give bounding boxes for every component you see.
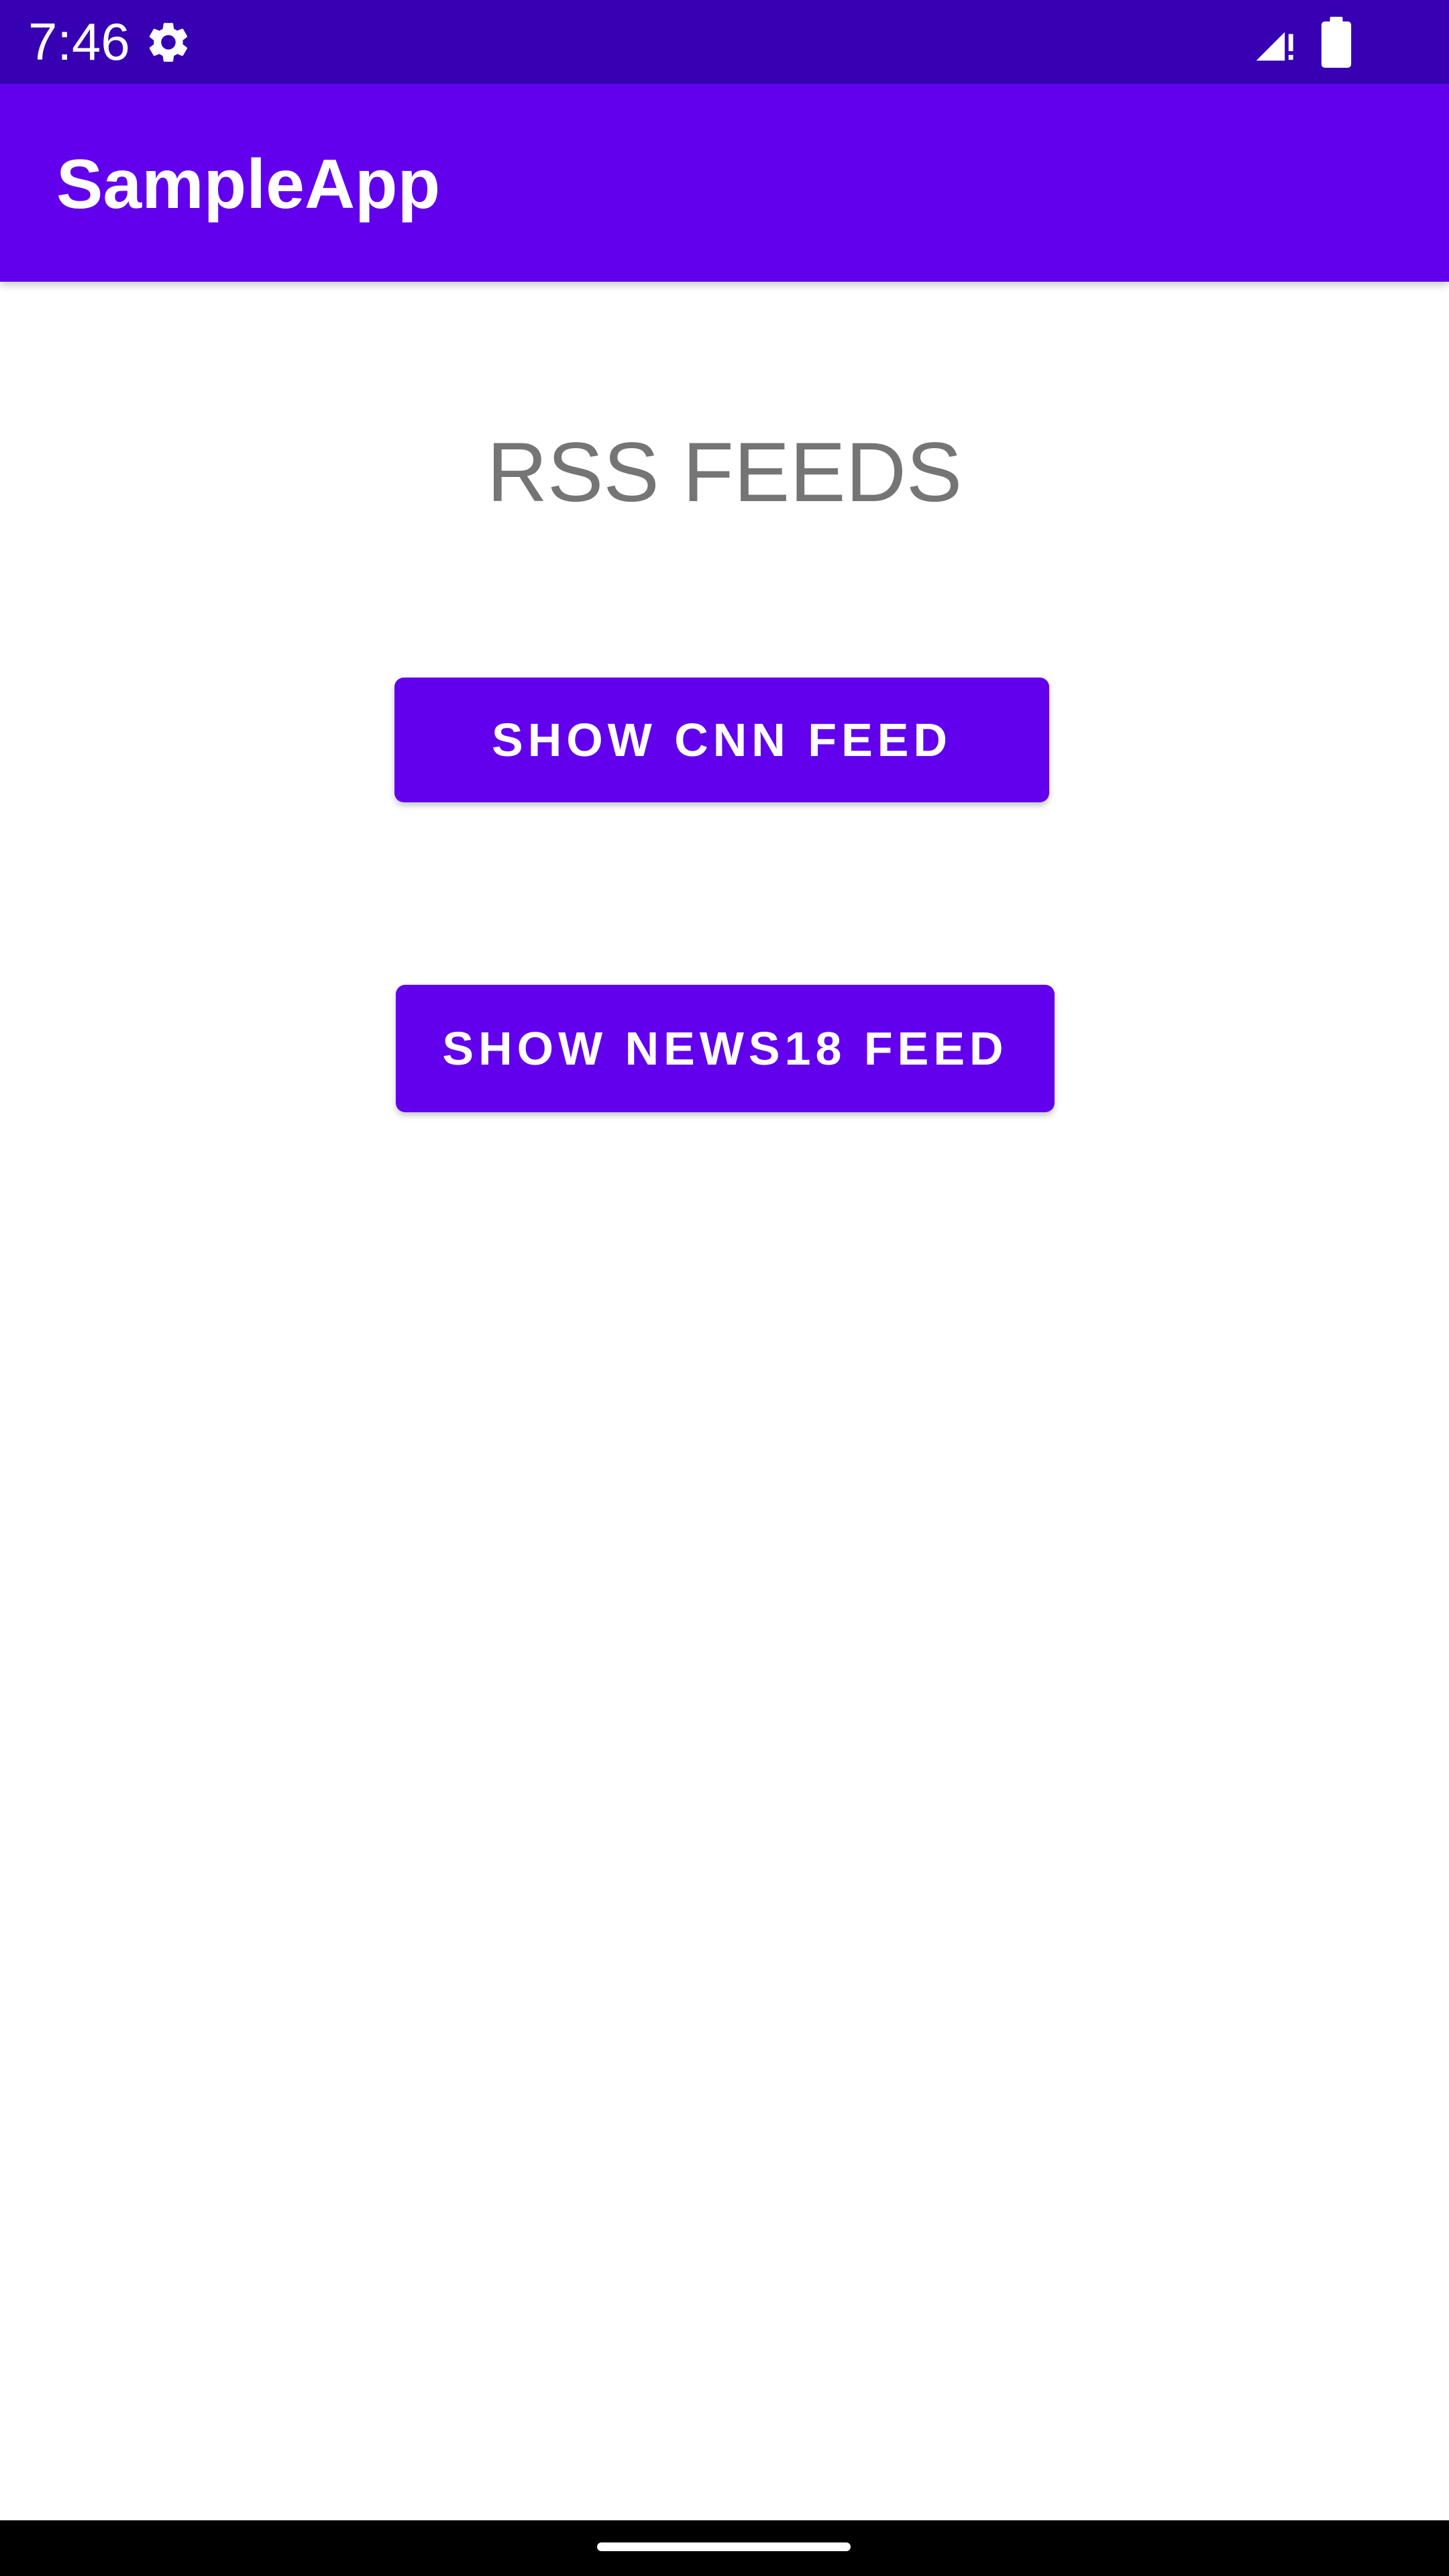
show-news18-feed-button[interactable]: SHOW NEWS18 FEED — [396, 985, 1055, 1112]
status-bar: 7:46 — [0, 0, 1449, 84]
home-handle[interactable] — [597, 2542, 851, 2551]
show-cnn-feed-button[interactable]: SHOW CNN FEED — [394, 678, 1049, 802]
page-heading: RSS FEEDS — [486, 426, 963, 519]
app-bar: SampleApp — [0, 84, 1449, 282]
gear-icon — [149, 23, 188, 62]
battery-icon — [1321, 17, 1352, 68]
navigation-bar — [0, 2520, 1449, 2576]
app-title: SampleApp — [56, 146, 441, 223]
signal-icon — [1256, 32, 1293, 61]
app-screen: 7:46 SampleApp RSS FEEDS SHOW CNN FEED S… — [0, 0, 1449, 2576]
status-time: 7:46 — [28, 12, 130, 71]
